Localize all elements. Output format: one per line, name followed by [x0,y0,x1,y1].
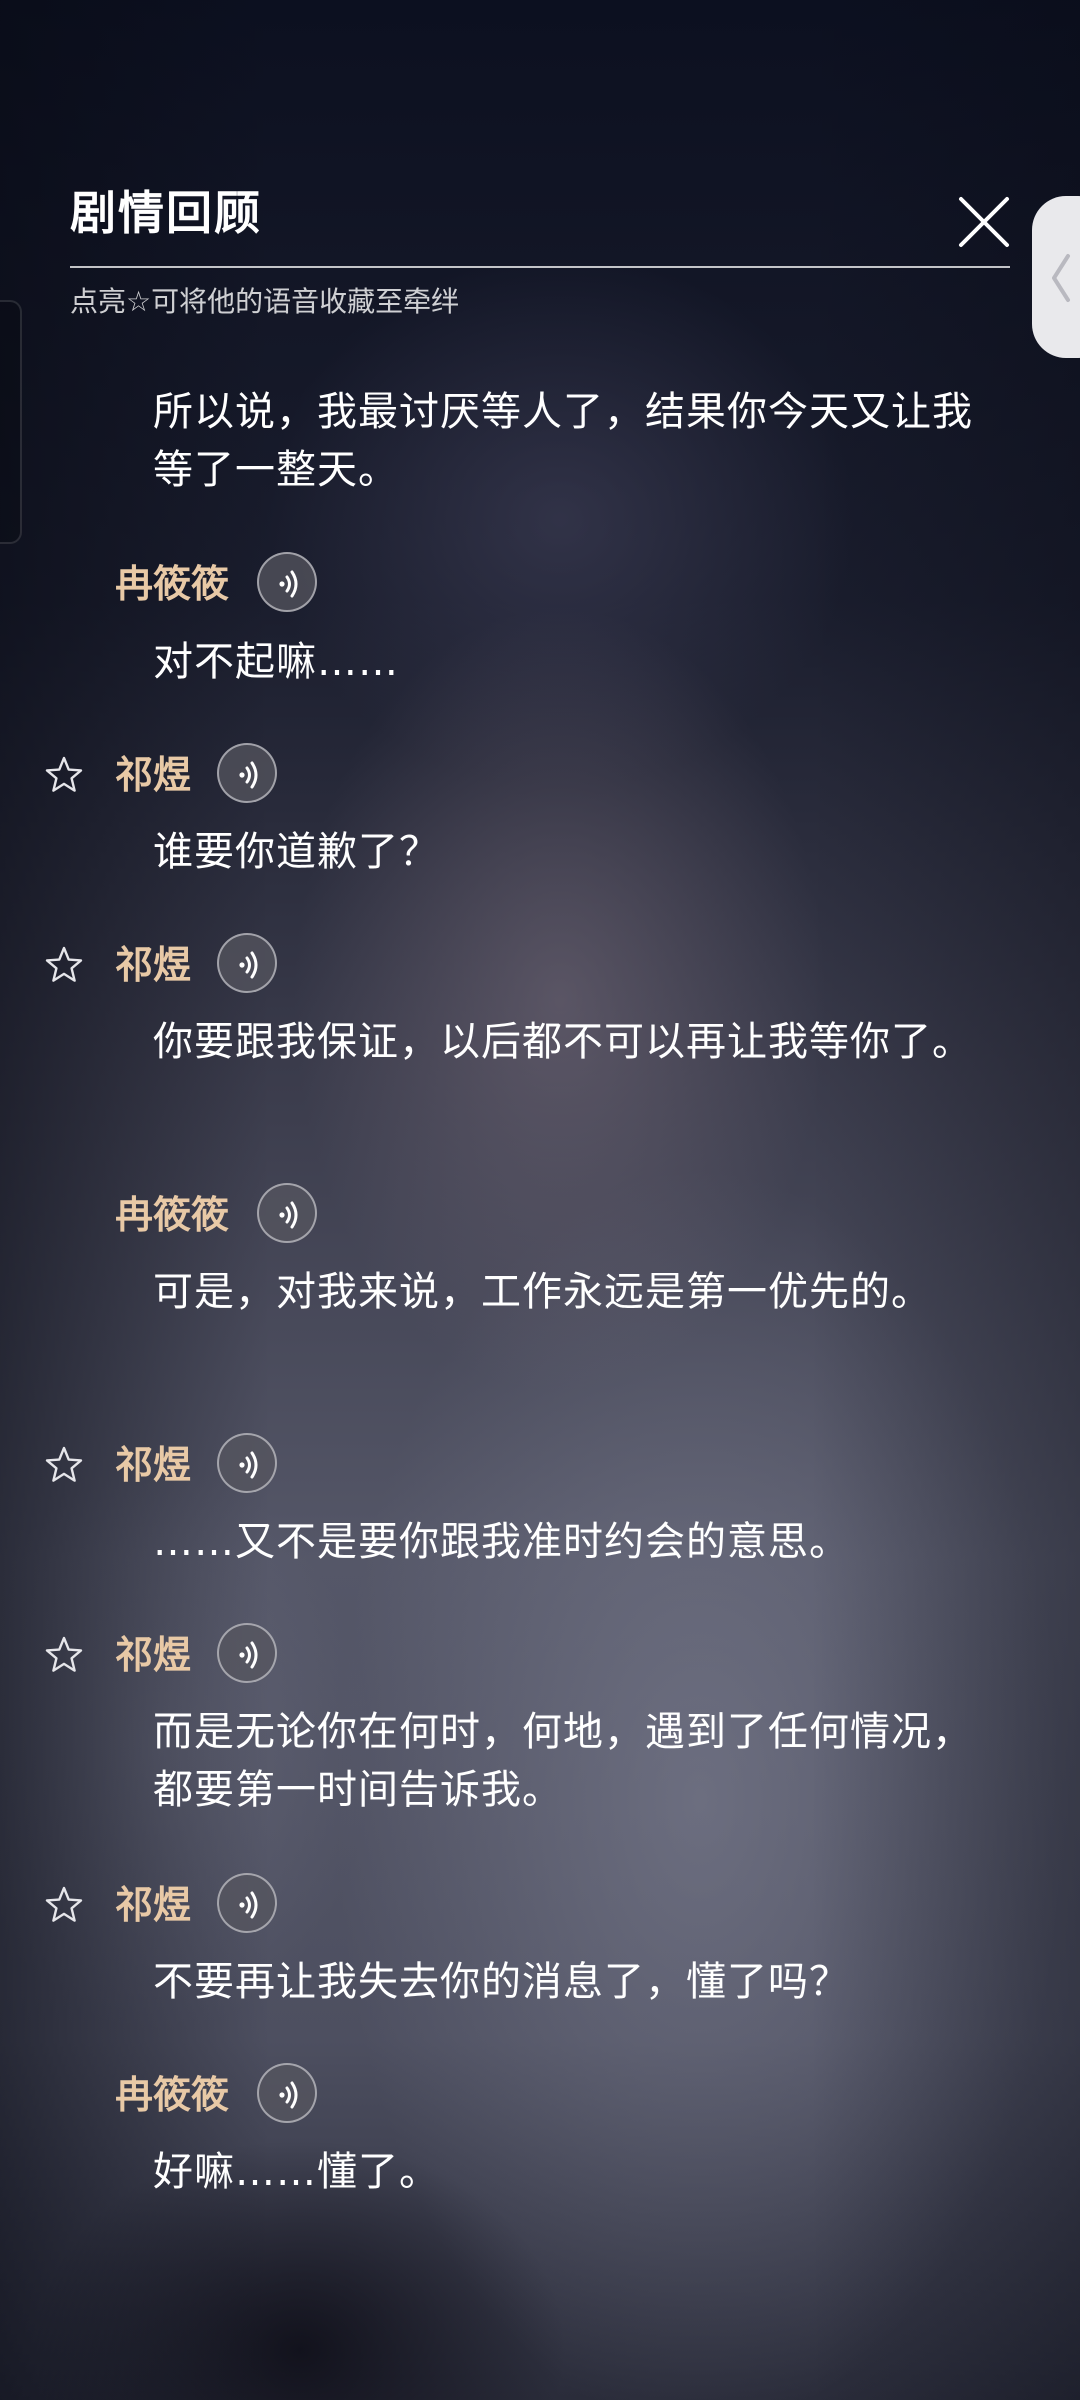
dialogue-text: 谁要你道歉了？ [153,829,440,875]
speaker-row: 冉筱筱 [0,552,400,616]
speaker-row: 祁煜 [0,743,400,807]
speaker-row: 祁煜 [0,933,400,997]
speaker-name: 冉筱筱 [115,561,230,606]
voice-play-button[interactable] [217,1433,277,1493]
speaker-name: 祁煜 [115,1882,192,1927]
favorite-star-button[interactable] [44,1885,84,1925]
voice-play-icon [279,570,298,598]
dialogue-text: 不要再让我失去你的消息了，懂了吗？ [153,1959,850,2005]
dialogue-text: 你要跟我保证，以后都不可以再让我等你了。 [153,1019,973,1065]
speaker-name: 祁煜 [115,1442,192,1487]
speaker-name: 祁煜 [115,752,192,797]
speaker-row: 祁煜 [0,1623,400,1687]
page-title: 剧情回顾 [70,186,262,240]
dialogue-text: 可是，对我来说，工作永远是第一优先的。 [153,1269,932,1315]
voice-play-icon [239,761,258,789]
voice-play-button[interactable] [217,1873,277,1933]
favorite-star-button[interactable] [44,945,84,985]
dialogue-text: 好嘛……懂了。 [153,2149,440,2195]
voice-play-icon [279,2081,298,2109]
speaker-name: 祁煜 [115,1632,192,1677]
voice-play-button[interactable] [217,1623,277,1683]
dialogue-text: 而是无论你在何时，何地，遇到了任何情况，都要第一时间告诉我。 [153,1709,973,1813]
side-tab-button[interactable] [1032,196,1080,358]
star-outline-icon [45,946,83,982]
voice-play-button[interactable] [257,1183,317,1243]
dialogue-text: 对不起嘛…… [153,639,399,685]
header-subtitle: 点亮☆可将他的语音收藏至牵绊 [70,285,460,318]
speaker-row: 冉筱筱 [0,1183,400,1247]
close-icon [959,197,1009,247]
speaker-name: 冉筱筱 [115,2072,230,2117]
speaker-row: 祁煜 [0,1873,400,1937]
voice-play-button[interactable] [257,2063,317,2123]
header-divider [70,266,1010,268]
dialogue-text: ……又不是要你跟我准时约会的意思。 [153,1519,850,1565]
favorite-star-button[interactable] [44,1635,84,1675]
voice-play-icon [239,1451,258,1479]
voice-play-icon [239,951,258,979]
chevron-left-icon [1052,254,1070,302]
star-outline-icon [45,756,83,792]
review-header: 剧情回顾 点亮☆可将他的语音收藏至牵绊 [70,180,1010,318]
close-button[interactable] [955,193,1013,251]
favorite-star-button[interactable] [44,755,84,795]
voice-play-button[interactable] [257,552,317,612]
speaker-row: 冉筱筱 [0,2063,400,2127]
dialogue-text: 所以说，我最讨厌等人了，结果你今天又让我等了一整天。 [153,389,973,493]
speaker-name: 冉筱筱 [115,1192,230,1237]
speaker-name: 祁煜 [115,942,192,987]
voice-play-button[interactable] [217,933,277,993]
voice-play-icon [239,1641,258,1669]
star-outline-icon [45,1886,83,1922]
left-edge-tab [0,300,22,544]
speaker-row: 祁煜 [0,1433,400,1497]
favorite-star-button[interactable] [44,1445,84,1485]
voice-play-button[interactable] [217,743,277,803]
voice-play-icon [279,1201,298,1229]
star-outline-icon [45,1636,83,1672]
voice-play-icon [239,1891,258,1919]
star-outline-icon [45,1446,83,1482]
